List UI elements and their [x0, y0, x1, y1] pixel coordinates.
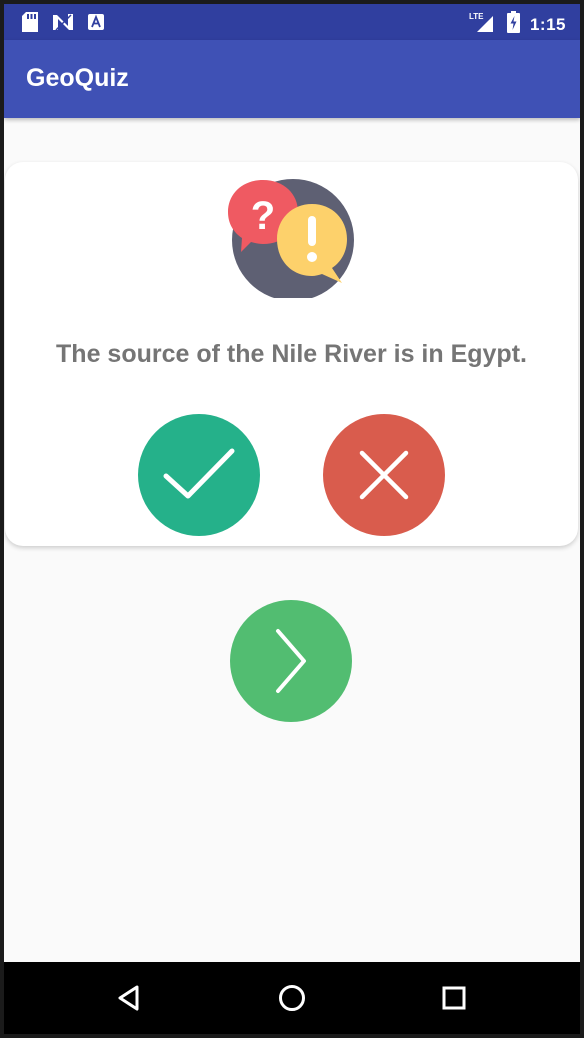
- true-button[interactable]: [138, 414, 260, 536]
- n-notification-icon: [52, 13, 74, 36]
- question-card: ? The source of the Nile River is in Egy…: [5, 162, 578, 546]
- recents-button[interactable]: [436, 980, 472, 1016]
- svg-text:LTE: LTE: [469, 12, 484, 21]
- status-notifications: [22, 12, 104, 37]
- home-button[interactable]: [274, 980, 310, 1016]
- app-title: GeoQuiz: [26, 64, 129, 92]
- lte-signal-icon: LTE: [469, 10, 497, 39]
- question-exclamation-bubbles-icon: ?: [227, 168, 357, 301]
- status-bar: LTE 1:15: [4, 4, 580, 40]
- status-system: LTE 1:15: [469, 10, 566, 39]
- checkmark-icon: [163, 448, 235, 499]
- a-notification-icon: [88, 14, 104, 35]
- chevron-right-icon: [276, 629, 306, 693]
- status-clock: 1:15: [529, 14, 566, 34]
- next-button[interactable]: [230, 600, 352, 722]
- false-button[interactable]: [323, 414, 445, 536]
- app-bar: GeoQuiz: [4, 40, 580, 118]
- app-screen: LTE 1:15 GeoQuiz ? The source of the Nil…: [4, 4, 580, 1034]
- question-text: The source of the Nile River is in Egypt…: [56, 340, 527, 368]
- back-triangle-icon: [118, 985, 139, 1011]
- system-nav-bar: [4, 962, 580, 1034]
- svg-text:?: ?: [251, 194, 275, 238]
- home-circle-icon: [279, 985, 305, 1011]
- x-icon: [359, 450, 409, 500]
- sd-card-icon: [22, 12, 38, 37]
- recents-square-icon: [442, 986, 466, 1010]
- battery-charging-icon: [506, 11, 520, 38]
- back-button[interactable]: [111, 980, 147, 1016]
